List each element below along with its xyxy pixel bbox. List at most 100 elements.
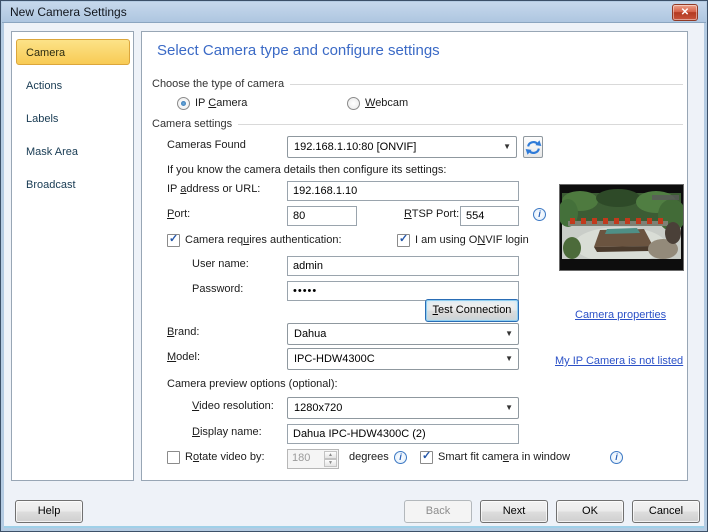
camera-properties-link[interactable]: Camera properties	[575, 309, 666, 321]
check-icon: ✓	[169, 233, 179, 245]
rtsp-port-label: RTSP Port:	[404, 208, 460, 220]
sidebar-item-mask-area[interactable]: Mask Area	[16, 138, 130, 164]
preview-options-label: Camera preview options (optional):	[167, 378, 338, 390]
model-label: Model:	[167, 351, 201, 363]
camera-not-listed-link[interactable]: My IP Camera is not listed	[555, 355, 683, 367]
radio-dot	[181, 101, 186, 106]
sidebar: Camera Actions Labels Mask Area Broadcas…	[11, 31, 134, 481]
camera-preview-photo	[558, 185, 686, 270]
password-row: Password: •••••	[142, 280, 687, 302]
webcam-radio[interactable]	[347, 97, 360, 110]
display-name-field[interactable]: Dahua IPC-HDW4300C (2)	[287, 424, 519, 444]
new-camera-settings-dialog: New Camera Settings ✕ Camera Actions Lab…	[0, 0, 708, 532]
stepper-up-icon[interactable]: ▲	[324, 451, 337, 459]
ip-address-field[interactable]: 192.168.1.10	[287, 181, 519, 201]
ip-address-label: IP address or URL:	[167, 183, 261, 195]
degrees-label: degrees	[349, 451, 389, 463]
stepper-down-icon[interactable]: ▼	[324, 459, 337, 467]
onvif-checkbox-label[interactable]: I am using ONVIF login	[415, 234, 529, 246]
window-title: New Camera Settings	[10, 5, 127, 19]
camera-type-group-header: Choose the type of camera	[152, 78, 683, 90]
port-field[interactable]: 80	[287, 206, 357, 226]
smart-fit-checkbox-label[interactable]: Smart fit camera in window	[438, 451, 570, 463]
stepper-buttons[interactable]: ▲ ▼	[324, 451, 337, 467]
test-connection-button[interactable]: Test Connection	[425, 299, 519, 322]
chevron-down-icon: ▼	[503, 142, 511, 151]
back-label: Back	[425, 505, 451, 517]
camera-preview-image	[558, 184, 686, 271]
rotate-degrees-value: 180	[292, 452, 311, 464]
video-resolution-value: 1280x720	[294, 402, 343, 414]
ip-camera-radio-label[interactable]: IP Camera	[195, 97, 247, 109]
rotate-checkbox[interactable]	[167, 451, 180, 464]
auth-checkbox-label[interactable]: Camera requires authentication:	[185, 234, 342, 246]
cameras-found-value: 192.168.1.10:80 [ONVIF]	[294, 141, 417, 153]
group-label: Choose the type of camera	[152, 78, 285, 90]
brand-label: Brand:	[167, 326, 200, 338]
check-icon: ✓	[399, 233, 409, 245]
next-button[interactable]: Next	[480, 500, 548, 523]
cancel-button[interactable]: Cancel	[632, 500, 700, 523]
sidebar-item-camera[interactable]: Camera	[16, 39, 130, 65]
onvif-checkbox[interactable]: ✓	[397, 233, 410, 247]
sidebar-item-label: Mask Area	[26, 146, 78, 158]
cameras-found-row: Cameras Found 192.168.1.10:80 [ONVIF] ▼	[142, 136, 687, 158]
display-name-label: Display name:	[192, 426, 262, 438]
main-panel: Select Camera type and configure setting…	[141, 31, 688, 481]
camera-type-row: IP Camera Webcam	[142, 94, 687, 116]
video-resolution-row: Video resolution: 1280x720 ▼	[142, 397, 687, 419]
rotate-degrees-stepper[interactable]: 180 ▲ ▼	[287, 449, 339, 469]
sidebar-item-broadcast[interactable]: Broadcast	[16, 171, 130, 197]
close-icon: ✕	[680, 7, 690, 18]
title-bar[interactable]: New Camera Settings ✕	[2, 2, 706, 23]
camera-settings-group-header: Camera settings	[152, 118, 683, 130]
display-name-row: Display name: Dahua IPC-HDW4300C (2)	[142, 423, 687, 445]
page-title: Select Camera type and configure setting…	[157, 42, 440, 59]
cameras-found-label: Cameras Found	[167, 139, 246, 151]
cancel-label: Cancel	[648, 505, 684, 517]
degrees-info-icon: i	[394, 451, 407, 464]
video-resolution-dropdown[interactable]: 1280x720 ▼	[287, 397, 519, 419]
next-label: Next	[502, 505, 526, 517]
sidebar-item-label: Actions	[26, 80, 63, 92]
chevron-down-icon: ▼	[505, 329, 513, 338]
ok-label: OK	[582, 505, 598, 517]
cameras-found-dropdown[interactable]: 192.168.1.10:80 [ONVIF] ▼	[287, 136, 517, 158]
ok-button[interactable]: OK	[556, 500, 624, 523]
help-button[interactable]: Help	[15, 500, 83, 523]
smart-fit-info-icon: i	[610, 451, 623, 464]
password-label: Password:	[192, 283, 244, 295]
video-resolution-label: Video resolution:	[192, 400, 274, 412]
rtsp-info-icon: i	[533, 208, 546, 221]
smart-fit-checkbox[interactable]: ✓	[420, 450, 433, 464]
model-dropdown[interactable]: IPC-HDW4300C ▼	[287, 348, 519, 370]
rtsp-port-field[interactable]: 554	[460, 206, 519, 226]
close-button[interactable]: ✕	[672, 4, 698, 21]
brand-dropdown[interactable]: Dahua ▼	[287, 323, 519, 345]
port-label: Port:	[167, 208, 191, 220]
sidebar-item-label: Camera	[26, 47, 66, 59]
refresh-cameras-button[interactable]	[523, 136, 543, 158]
auth-checkbox[interactable]: ✓	[167, 233, 180, 247]
brand-row: Brand: Dahua ▼	[142, 323, 687, 345]
sidebar-item-labels[interactable]: Labels	[16, 105, 130, 131]
password-field[interactable]: •••••	[287, 281, 519, 301]
rotate-checkbox-label[interactable]: Rotate video by:	[185, 451, 265, 463]
check-icon: ✓	[422, 450, 432, 462]
sidebar-item-actions[interactable]: Actions	[16, 72, 130, 98]
ip-camera-radio[interactable]	[177, 97, 190, 110]
sidebar-item-label: Broadcast	[26, 179, 76, 191]
chevron-down-icon: ▼	[505, 403, 513, 412]
username-label: User name:	[192, 258, 249, 270]
username-field[interactable]: admin	[287, 256, 519, 276]
back-button: Back	[404, 500, 472, 523]
group-label: Camera settings	[152, 118, 233, 130]
webcam-radio-label[interactable]: Webcam	[365, 97, 408, 109]
details-hint: If you know the camera details then conf…	[167, 164, 447, 176]
brand-value: Dahua	[294, 328, 327, 340]
test-connection-label: Test Connection	[432, 304, 512, 316]
preview-options-row: Camera preview options (optional):	[142, 375, 687, 397]
chevron-down-icon: ▼	[505, 354, 513, 363]
refresh-icon	[525, 140, 542, 155]
model-value: IPC-HDW4300C	[294, 353, 375, 365]
